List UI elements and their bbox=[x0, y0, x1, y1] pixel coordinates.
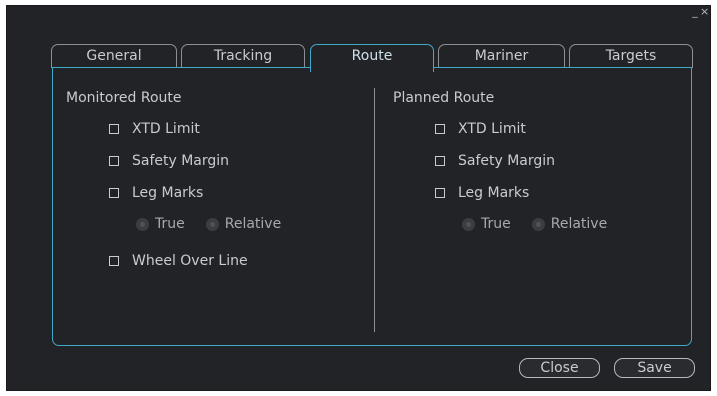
monitored-xtd-limit-row[interactable]: XTD Limit bbox=[109, 121, 200, 137]
monitored-wheel-over-line-row[interactable]: Wheel Over Line bbox=[109, 253, 248, 269]
monitored-radio-true[interactable]: True bbox=[136, 216, 185, 232]
tab-mariner[interactable]: Mariner bbox=[438, 44, 565, 68]
planned-leg-marks-mode: True Relative bbox=[462, 216, 607, 232]
radio-button-icon[interactable] bbox=[531, 217, 545, 231]
planned-safety-margin-label: Safety Margin bbox=[458, 153, 556, 169]
close-button[interactable]: Close bbox=[519, 358, 600, 378]
tab-route[interactable]: Route bbox=[310, 44, 434, 72]
monitored-route-title: Monitored Route bbox=[66, 90, 182, 106]
planned-route-title: Planned Route bbox=[393, 90, 495, 106]
tab-targets[interactable]: Targets bbox=[569, 44, 693, 68]
save-button[interactable]: Save bbox=[614, 358, 695, 378]
monitored-wheel-over-line-label: Wheel Over Line bbox=[132, 253, 248, 269]
close-icon[interactable]: × bbox=[700, 6, 709, 20]
monitored-leg-marks-label: Leg Marks bbox=[132, 185, 204, 201]
planned-leg-marks-checkbox[interactable] bbox=[435, 188, 445, 198]
radio-button-icon[interactable] bbox=[462, 217, 475, 231]
planned-xtd-limit-checkbox[interactable] bbox=[435, 124, 445, 134]
tab-tracking[interactable]: Tracking bbox=[181, 44, 305, 68]
monitored-safety-margin-label: Safety Margin bbox=[132, 153, 230, 169]
planned-xtd-limit-label: XTD Limit bbox=[458, 121, 526, 137]
monitored-safety-margin-checkbox[interactable] bbox=[109, 156, 119, 166]
planned-leg-marks-row[interactable]: Leg Marks bbox=[435, 185, 529, 201]
minimize-icon[interactable]: _ bbox=[691, 6, 699, 20]
monitored-leg-marks-row[interactable]: Leg Marks bbox=[109, 185, 203, 201]
monitored-radio-relative[interactable]: Relative bbox=[205, 216, 281, 232]
route-tab-panel: Monitored Route XTD Limit Safety Margin … bbox=[52, 67, 692, 346]
monitored-xtd-limit-checkbox[interactable] bbox=[109, 124, 119, 134]
planned-safety-margin-checkbox[interactable] bbox=[435, 156, 445, 166]
monitored-wheel-over-line-checkbox[interactable] bbox=[109, 256, 119, 266]
window-controls: _ × bbox=[691, 6, 709, 20]
monitored-leg-marks-checkbox[interactable] bbox=[109, 188, 119, 198]
planned-xtd-limit-row[interactable]: XTD Limit bbox=[435, 121, 526, 137]
planned-radio-relative[interactable]: Relative bbox=[531, 216, 607, 232]
radio-button-icon[interactable] bbox=[136, 217, 149, 231]
planned-radio-true[interactable]: True bbox=[462, 216, 511, 232]
route-settings-dialog: _ × General Tracking Route Mariner Targe… bbox=[7, 6, 710, 390]
monitored-leg-marks-mode: True Relative bbox=[136, 216, 281, 232]
tab-general[interactable]: General bbox=[51, 44, 177, 68]
planned-safety-margin-row[interactable]: Safety Margin bbox=[435, 153, 555, 169]
monitored-safety-margin-row[interactable]: Safety Margin bbox=[109, 153, 229, 169]
section-divider bbox=[374, 88, 375, 332]
monitored-xtd-limit-label: XTD Limit bbox=[132, 121, 200, 137]
planned-leg-marks-label: Leg Marks bbox=[458, 185, 530, 201]
radio-button-icon[interactable] bbox=[205, 217, 219, 231]
